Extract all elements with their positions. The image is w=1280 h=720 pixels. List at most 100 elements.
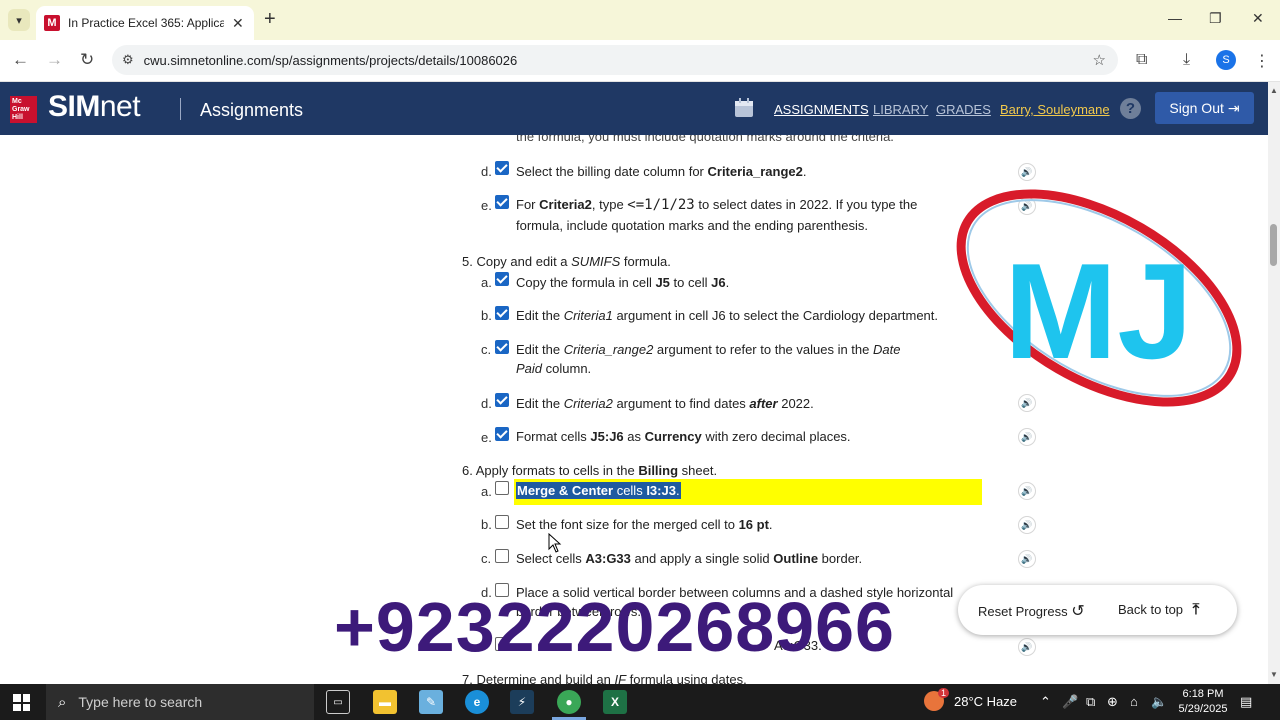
reload-icon[interactable]: ↻ xyxy=(80,50,94,70)
clock-time: 6:18 PM xyxy=(1182,688,1224,700)
network-icon[interactable]: ⌂ xyxy=(1130,694,1138,709)
step-5c-text-line2: Paid column. xyxy=(516,361,592,376)
download-icon[interactable]: ⤓ xyxy=(1183,51,1190,69)
code-snippet: <=1/1/23 xyxy=(627,197,695,213)
site-info-icon[interactable]: ⚙ xyxy=(122,52,134,68)
step-6-heading: 6. Apply formats to cells in the Billing… xyxy=(462,463,718,478)
step-5a-text: Copy the formula in cell J5 to cell J6. xyxy=(516,275,730,290)
step-5a-checkbox[interactable] xyxy=(495,272,509,286)
notification-icon[interactable]: ▤ xyxy=(1240,694,1252,710)
weather-badge: 1 xyxy=(938,688,950,698)
windows-start-icon[interactable] xyxy=(13,694,30,711)
taskbar-search-box[interactable]: ⌕ Type here to search xyxy=(46,684,314,720)
cut-off-line: the formula, you must include quotation … xyxy=(516,135,894,144)
scroll-down-icon[interactable]: ▼ xyxy=(1270,670,1278,679)
scroll-thumb[interactable] xyxy=(1270,224,1277,266)
floating-controls: Reset Progress ↺ Back to top ⤒ xyxy=(958,585,1237,635)
nav-grades[interactable]: GRADES xyxy=(936,102,991,117)
speaker-icon[interactable]: 🔊 xyxy=(1018,482,1036,500)
windows-taskbar: ⌕ Type here to search ▭ ▬ ✎ e ⚡ ● X 1 28… xyxy=(0,684,1280,720)
item-letter: a. xyxy=(481,275,492,290)
address-bar[interactable]: ⚙ cwu.simnetonline.com/sp/assignments/pr… xyxy=(112,45,1118,75)
device-icon[interactable]: ⧉ xyxy=(1086,694,1095,710)
item-letter: a. xyxy=(481,484,492,499)
tab-close-icon[interactable]: ✕ xyxy=(232,15,244,32)
mcgraw-hill-logo: Mc Graw Hill xyxy=(10,96,37,123)
new-tab-icon[interactable]: + xyxy=(264,9,276,29)
excel-icon[interactable]: X xyxy=(603,690,627,714)
mj-watermark-logo: MJ xyxy=(956,189,1242,407)
window-close-icon[interactable]: ✕ xyxy=(1252,10,1264,27)
minimize-icon[interactable]: — xyxy=(1168,10,1182,26)
page-scrollbar[interactable]: ▲ ▼ xyxy=(1268,82,1280,684)
language-icon[interactable]: ⊕ xyxy=(1107,694,1118,710)
simnet-favicon-icon: M xyxy=(44,15,60,31)
chrome-icon[interactable]: ● xyxy=(557,690,581,714)
step-5b-text: Edit the Criteria1 argument in cell J6 t… xyxy=(516,308,938,323)
simnet-logo: SIMnet xyxy=(48,90,141,123)
step-6c-checkbox[interactable] xyxy=(495,549,509,563)
sign-out-button[interactable]: Sign Out ⇥ xyxy=(1155,92,1254,124)
profile-avatar[interactable]: S xyxy=(1216,50,1236,70)
nav-library[interactable]: LIBRARY xyxy=(873,102,928,117)
browser-tab[interactable]: M In Practice Excel 365: Applicatio ✕ xyxy=(36,6,254,40)
search-placeholder: Type here to search xyxy=(78,694,203,710)
step-5b-checkbox[interactable] xyxy=(495,306,509,320)
step-6b-checkbox[interactable] xyxy=(495,515,509,529)
item-letter: d. xyxy=(481,396,492,411)
tray-chevron-icon[interactable]: ⌃ xyxy=(1040,694,1051,710)
back-arrow-icon[interactable]: ← xyxy=(12,50,29,70)
step-5c-checkbox[interactable] xyxy=(495,340,509,354)
app-icon[interactable]: ⚡ xyxy=(510,690,534,714)
step-4d-checkbox[interactable] xyxy=(495,161,509,175)
item-letter: c. xyxy=(481,551,492,566)
extensions-icon[interactable]: ⧉ xyxy=(1136,51,1147,69)
url-text: cwu.simnetonline.com/sp/assignments/proj… xyxy=(143,52,518,68)
step-6a-text: Merge & Center cells I3:J3. xyxy=(516,482,681,499)
phone-number-overlay: +9232220268966 xyxy=(334,588,895,666)
step-6b-text: Set the font size for the merged cell to… xyxy=(516,517,773,532)
file-explorer-icon[interactable]: ▬ xyxy=(373,690,397,714)
item-letter: c. xyxy=(481,342,492,357)
step-6c-text: Select cells A3:G33 and apply a single s… xyxy=(516,551,863,566)
volume-icon[interactable]: 🔈 xyxy=(1151,694,1167,710)
step-5c-text: Edit the Criteria_range2 argument to ref… xyxy=(516,342,901,357)
speaker-icon[interactable]: 🔊 xyxy=(1018,550,1036,568)
task-view-icon[interactable]: ▭ xyxy=(326,690,350,714)
search-icon: ⌕ xyxy=(58,693,67,711)
step-4e-checkbox[interactable] xyxy=(495,195,509,209)
forward-arrow-icon[interactable]: → xyxy=(46,50,63,70)
step-5d-text: Edit the Criteria2 argument to find date… xyxy=(516,396,814,411)
user-name-link[interactable]: Barry, Souleymane xyxy=(1000,102,1110,117)
help-icon[interactable]: ? xyxy=(1120,98,1141,119)
notepad-icon[interactable]: ✎ xyxy=(419,690,443,714)
back-to-top-button[interactable]: Back to top ⤒ xyxy=(1118,601,1199,618)
step-4d-text: Select the billing date column for Crite… xyxy=(516,164,807,179)
reset-progress-button[interactable]: Reset Progress ↺ xyxy=(978,601,1085,621)
sign-out-icon: ⇥ xyxy=(1227,99,1240,116)
menu-kebab-icon[interactable]: ⋮ xyxy=(1254,51,1270,71)
tab-search-icon[interactable]: ▾ xyxy=(8,9,30,31)
speaker-icon[interactable]: 🔊 xyxy=(1018,638,1036,656)
item-letter: b. xyxy=(481,517,492,532)
calendar-icon[interactable] xyxy=(734,98,754,118)
bookmark-star-icon[interactable]: ☆ xyxy=(1093,51,1106,69)
restore-icon[interactable]: ❐ xyxy=(1209,10,1222,27)
step-5d-checkbox[interactable] xyxy=(495,393,509,407)
item-letter: b. xyxy=(481,308,492,323)
item-letter: d. xyxy=(481,164,492,179)
speaker-icon[interactable]: 🔊 xyxy=(1018,428,1036,446)
step-5e-checkbox[interactable] xyxy=(495,427,509,441)
scroll-up-icon[interactable]: ▲ xyxy=(1270,86,1278,95)
item-letter: e. xyxy=(481,430,492,445)
edge-icon[interactable]: e xyxy=(465,690,489,714)
simnet-header: Mc Graw Hill SIMnet Assignments ASSIGNME… xyxy=(0,82,1268,135)
speaker-icon[interactable]: 🔊 xyxy=(1018,516,1036,534)
svg-text:MJ: MJ xyxy=(1004,235,1193,387)
nav-assignments[interactable]: ASSIGNMENTS xyxy=(774,102,869,117)
step-6a-checkbox[interactable] xyxy=(495,481,509,495)
header-divider xyxy=(180,98,181,120)
microphone-icon[interactable]: 🎤 xyxy=(1062,694,1078,710)
weather-text[interactable]: 28°C Haze xyxy=(954,694,1017,709)
system-clock[interactable]: 6:18 PM 5/29/2025 xyxy=(1170,687,1236,717)
